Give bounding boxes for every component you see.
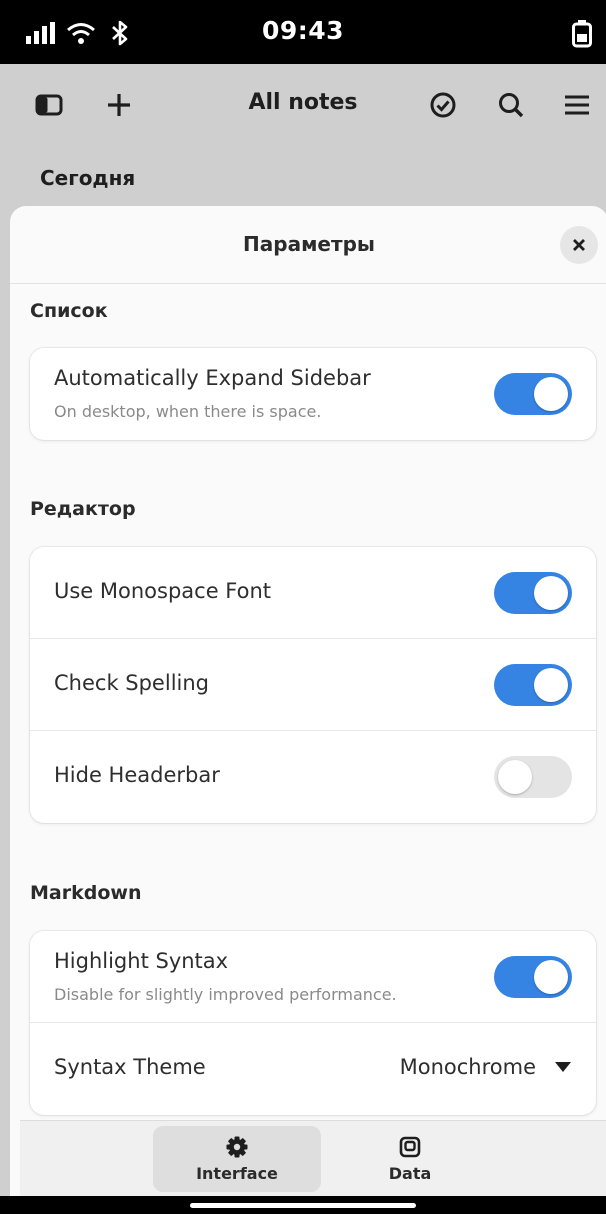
dropdown-value: Monochrome bbox=[399, 1055, 536, 1079]
check-spelling-switch[interactable] bbox=[494, 664, 572, 706]
status-time: 09:43 bbox=[261, 16, 345, 45]
switch-knob bbox=[534, 576, 568, 610]
markdown-settings-card: Highlight Syntax Disable for slightly im… bbox=[30, 931, 596, 1115]
section-title-editor: Редактор bbox=[30, 498, 136, 520]
section-title-list: Список bbox=[30, 300, 108, 322]
preferences-sheet: Параметры Список Automatically Expand Si… bbox=[10, 206, 606, 1214]
tab-data[interactable]: Data bbox=[326, 1126, 494, 1192]
row-hide-headerbar[interactable]: Hide Headerbar bbox=[30, 731, 596, 823]
row-auto-expand-sidebar[interactable]: Automatically Expand Sidebar On desktop,… bbox=[30, 348, 596, 440]
editor-settings-card: Use Monospace Font Check Spelling Hide H… bbox=[30, 547, 596, 823]
row-label: Highlight Syntax bbox=[54, 949, 229, 973]
row-label: Check Spelling bbox=[54, 671, 209, 695]
dropdown-arrow-icon bbox=[555, 1062, 571, 1072]
row-label: Syntax Theme bbox=[54, 1055, 206, 1079]
headerbar: All notes bbox=[0, 64, 606, 144]
row-label: Automatically Expand Sidebar bbox=[54, 366, 371, 390]
tab-label: Data bbox=[388, 1163, 432, 1183]
select-check-icon[interactable] bbox=[426, 88, 460, 122]
gear-icon bbox=[226, 1136, 248, 1157]
switch-knob bbox=[534, 960, 568, 994]
row-syntax-theme[interactable]: Syntax Theme Monochrome bbox=[30, 1023, 596, 1115]
monospace-font-switch[interactable] bbox=[494, 572, 572, 614]
view-switcher-bar: Interface Data bbox=[20, 1120, 606, 1200]
row-sublabel: Disable for slightly improved performanc… bbox=[54, 985, 397, 1004]
close-icon bbox=[573, 239, 585, 251]
menu-icon[interactable] bbox=[560, 88, 594, 122]
status-bar: 09:43 bbox=[0, 0, 606, 64]
sheet-title: Параметры bbox=[243, 232, 375, 256]
section-title-markdown: Markdown bbox=[30, 882, 142, 904]
list-settings-card: Automatically Expand Sidebar On desktop,… bbox=[30, 348, 596, 440]
tab-interface[interactable]: Interface bbox=[153, 1126, 321, 1192]
syntax-theme-dropdown[interactable]: Monochrome bbox=[400, 1055, 572, 1079]
tab-label: Interface bbox=[196, 1163, 278, 1183]
data-icon bbox=[399, 1136, 421, 1157]
home-indicator[interactable] bbox=[190, 1203, 416, 1208]
highlight-syntax-switch[interactable] bbox=[494, 956, 572, 998]
row-sublabel: On desktop, when there is space. bbox=[54, 402, 322, 421]
close-button[interactable] bbox=[560, 226, 598, 264]
row-highlight-syntax[interactable]: Highlight Syntax Disable for slightly im… bbox=[30, 931, 596, 1023]
row-monospace-font[interactable]: Use Monospace Font bbox=[30, 547, 596, 639]
row-label: Hide Headerbar bbox=[54, 763, 220, 787]
search-icon[interactable] bbox=[494, 88, 528, 122]
sheet-header: Параметры bbox=[10, 206, 606, 284]
row-check-spelling[interactable]: Check Spelling bbox=[30, 639, 596, 731]
switch-knob bbox=[534, 668, 568, 702]
notes-section-today: Сегодня bbox=[40, 166, 136, 190]
switch-knob bbox=[498, 760, 532, 794]
switch-knob bbox=[534, 377, 568, 411]
hide-headerbar-switch[interactable] bbox=[494, 756, 572, 798]
row-label: Use Monospace Font bbox=[54, 579, 272, 603]
auto-expand-sidebar-switch[interactable] bbox=[494, 373, 572, 415]
